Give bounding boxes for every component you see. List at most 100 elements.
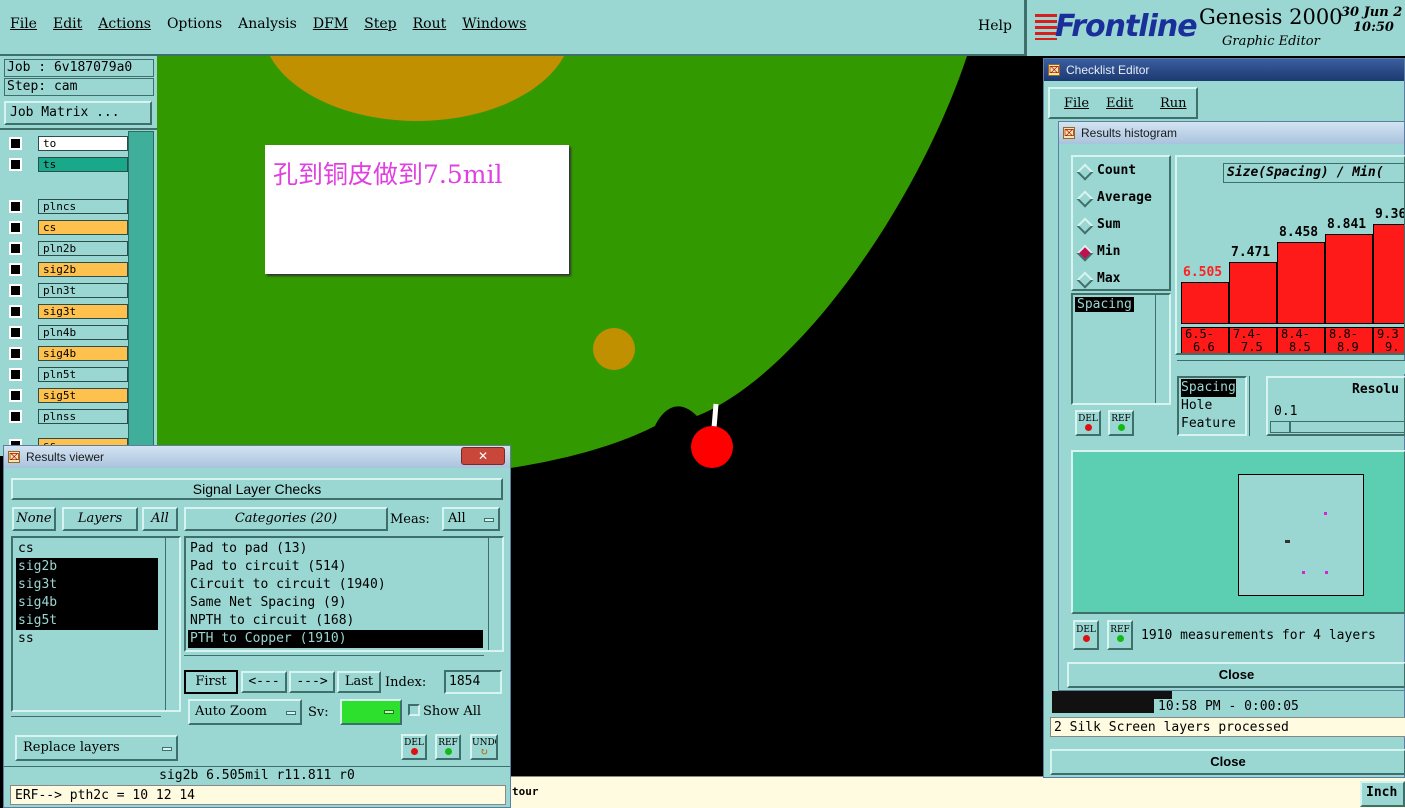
- type-item-hole[interactable]: Hole: [1181, 397, 1245, 415]
- auto-zoom-dropdown[interactable]: Auto Zoom: [188, 699, 302, 725]
- radio-min[interactable]: [1076, 244, 1094, 262]
- layer-row-pln5t[interactable]: pln5t: [6, 366, 128, 383]
- menu-options[interactable]: Options: [167, 16, 222, 38]
- histogram-close-button[interactable]: Close: [1067, 662, 1405, 688]
- check-type-scrollbar[interactable]: [1155, 295, 1169, 403]
- job-matrix-button[interactable]: Job Matrix ...: [4, 101, 152, 125]
- first-button[interactable]: First: [184, 670, 238, 694]
- checklist-file-menu[interactable]: File: [1064, 96, 1089, 111]
- layer-row-ts[interactable]: ts: [6, 156, 128, 173]
- layer-checkbox[interactable]: [9, 389, 22, 402]
- type-list[interactable]: Spacing Hole Feature: [1177, 376, 1247, 436]
- layers-button[interactable]: Layers: [62, 507, 138, 531]
- layer-result-item[interactable]: sig4b: [16, 594, 158, 612]
- layer-checkbox[interactable]: [9, 137, 22, 150]
- undo-button[interactable]: UNDO↻: [470, 734, 498, 760]
- histogram-bar[interactable]: [1229, 262, 1277, 324]
- menu-rout[interactable]: Rout: [413, 16, 447, 38]
- layer-row-pln2b[interactable]: pln2b: [6, 240, 128, 257]
- category-item[interactable]: Pad to pad (13): [188, 540, 483, 558]
- check-type-item[interactable]: Spacing: [1075, 297, 1134, 312]
- del-button[interactable]: DEL: [401, 734, 427, 760]
- category-item[interactable]: Pad to circuit (514): [188, 558, 483, 576]
- layer-checkbox[interactable]: [9, 284, 22, 297]
- previous-button[interactable]: <---: [241, 671, 287, 693]
- layer-checkbox[interactable]: [9, 263, 22, 276]
- hist-ref-button[interactable]: REF: [1108, 410, 1134, 436]
- category-hscroll[interactable]: [184, 655, 484, 669]
- layer-checkbox[interactable]: [9, 221, 22, 234]
- chart-hscroll[interactable]: [1177, 360, 1405, 374]
- index-input[interactable]: 1854: [444, 670, 502, 694]
- preview-del-button[interactable]: DEL: [1073, 620, 1099, 650]
- check-type-list[interactable]: Spacing: [1071, 293, 1171, 405]
- last-button[interactable]: Last: [337, 671, 381, 693]
- layer-results-hscroll[interactable]: [11, 716, 161, 730]
- menu-dfm[interactable]: DFM: [313, 16, 348, 38]
- category-item[interactable]: PTH to Copper (1910): [188, 630, 483, 648]
- layer-checkbox[interactable]: [9, 347, 22, 360]
- meas-dropdown[interactable]: All: [442, 507, 500, 531]
- close-window-button[interactable]: ✕: [461, 447, 505, 465]
- menu-windows[interactable]: Windows: [462, 16, 526, 38]
- type-list-scrollbar[interactable]: [1249, 376, 1263, 436]
- menu-edit[interactable]: Edit: [53, 16, 82, 38]
- category-scrollbar[interactable]: [488, 538, 502, 650]
- replace-layers-dropdown[interactable]: Replace layers: [15, 735, 178, 761]
- layer-result-item[interactable]: cs: [16, 540, 158, 558]
- checklist-run-menu[interactable]: Run: [1160, 96, 1187, 111]
- help-menu[interactable]: Help: [978, 18, 1012, 34]
- layer-result-item[interactable]: sig5t: [16, 612, 158, 630]
- units-button[interactable]: Inch: [1360, 781, 1405, 807]
- layer-row-cs[interactable]: cs: [6, 219, 128, 236]
- sv-color-dropdown[interactable]: [340, 699, 402, 725]
- category-item[interactable]: NPTH to circuit (168): [188, 612, 483, 630]
- histogram-bar[interactable]: [1325, 234, 1373, 324]
- layer-checkbox[interactable]: [9, 410, 22, 423]
- ref-button[interactable]: REF: [435, 734, 461, 760]
- layer-row-plnss[interactable]: plnss: [6, 408, 128, 425]
- category-list[interactable]: Pad to pad (13) Pad to circuit (514) Circu…: [184, 536, 504, 652]
- layer-checkbox[interactable]: [9, 200, 22, 213]
- layer-row-sig4b[interactable]: sig4b: [6, 345, 128, 362]
- layer-checkbox[interactable]: [9, 242, 22, 255]
- type-item-feature[interactable]: Feature: [1181, 415, 1245, 433]
- category-item[interactable]: Circuit to circuit (1940): [188, 576, 483, 594]
- menu-step[interactable]: Step: [364, 16, 396, 38]
- layer-row-sig3t[interactable]: sig3t: [6, 303, 128, 320]
- layer-checkbox[interactable]: [9, 326, 22, 339]
- next-button[interactable]: --->: [289, 671, 335, 693]
- layer-row-plncs[interactable]: plncs: [6, 198, 128, 215]
- radio-max[interactable]: [1076, 271, 1094, 289]
- layer-results-list[interactable]: cs sig2b sig3t sig4b sig5t ss: [11, 536, 181, 712]
- menu-actions[interactable]: Actions: [98, 16, 151, 38]
- histogram-bar[interactable]: [1277, 242, 1325, 324]
- layer-results-scrollbar[interactable]: [165, 538, 179, 710]
- radio-sum[interactable]: [1076, 217, 1094, 235]
- layer-row-pln3t[interactable]: pln3t: [6, 282, 128, 299]
- menu-file[interactable]: File: [10, 16, 37, 38]
- layer-checkbox[interactable]: [9, 158, 22, 171]
- layer-row-sig5t[interactable]: sig5t: [6, 387, 128, 404]
- histogram-bar[interactable]: [1181, 282, 1229, 324]
- layer-result-item[interactable]: ss: [16, 630, 158, 648]
- categories-button[interactable]: Categories (20): [184, 507, 388, 531]
- layer-row-to[interactable]: to: [6, 135, 128, 152]
- resolution-slider-thumb[interactable]: [1271, 422, 1291, 432]
- radio-count[interactable]: [1076, 163, 1094, 181]
- layer-checkbox[interactable]: [9, 305, 22, 318]
- layer-row-sig2b[interactable]: sig2b: [6, 261, 128, 278]
- layer-result-item[interactable]: sig2b: [16, 558, 158, 576]
- layer-checkbox[interactable]: [9, 368, 22, 381]
- layer-row-pln4b[interactable]: pln4b: [6, 324, 128, 341]
- radio-average[interactable]: [1076, 190, 1094, 208]
- none-button[interactable]: None: [12, 507, 56, 531]
- layer-result-item[interactable]: sig3t: [16, 576, 158, 594]
- show-all-checkbox[interactable]: [408, 704, 420, 716]
- category-item[interactable]: Same Net Spacing (9): [188, 594, 483, 612]
- all-layers-button[interactable]: All: [142, 507, 178, 531]
- layer-list-scrollbar[interactable]: [128, 131, 154, 446]
- preview-ref-button[interactable]: REF: [1107, 620, 1133, 650]
- histogram-bar[interactable]: [1373, 224, 1404, 324]
- checklist-edit-menu[interactable]: Edit: [1106, 96, 1133, 111]
